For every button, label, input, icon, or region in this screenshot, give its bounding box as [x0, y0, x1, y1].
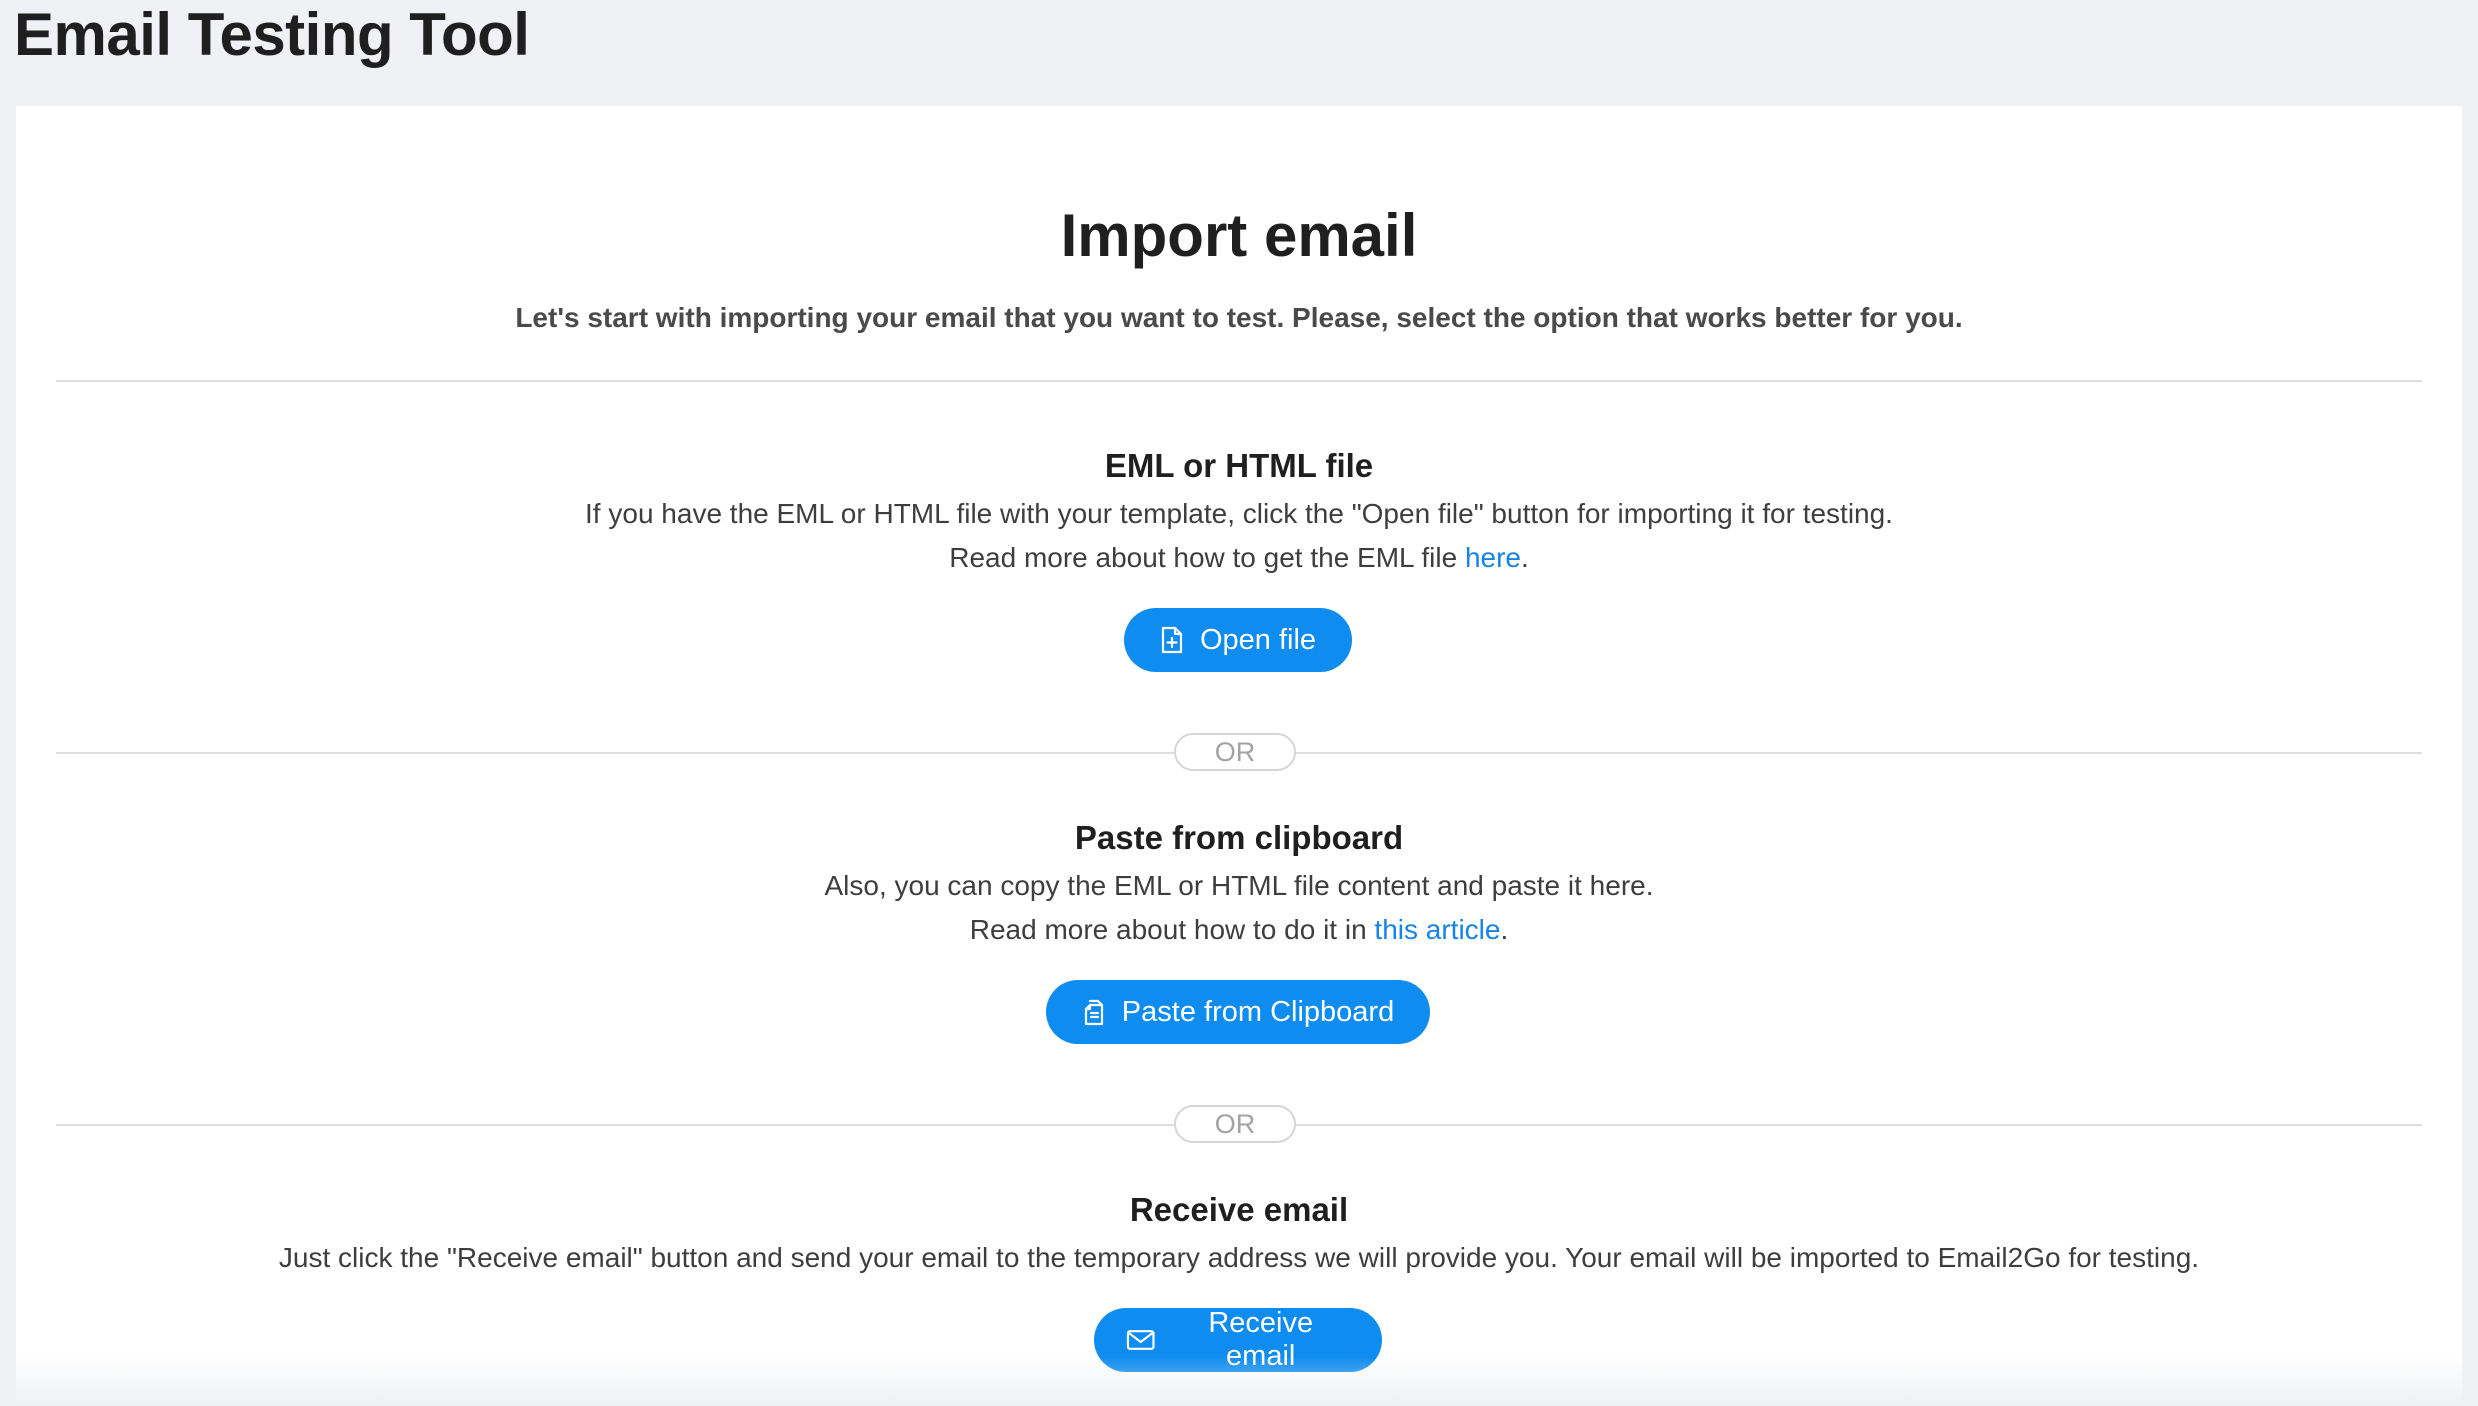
page-title: Import email [1060, 202, 1418, 269]
app-title: Email Testing Tool [14, 1, 530, 68]
or-separator-2: OR [1174, 1105, 1296, 1143]
file-plus-icon [1161, 626, 1183, 654]
file-help-text: Read more about how to get the EML file [949, 542, 1465, 573]
open-file-button[interactable]: Open file [1124, 608, 1352, 672]
clipboard-help-period: . [1500, 914, 1509, 945]
clipboard-section-description: Also, you can copy the EML or HTML file … [824, 870, 1654, 901]
eml-help-link[interactable]: here [1465, 542, 1521, 573]
or-separator-1: OR [1174, 733, 1296, 771]
file-section-help: Read more about how to get the EML file … [16, 538, 2462, 578]
file-help-period: . [1520, 542, 1529, 573]
open-file-label: Open file [1199, 623, 1317, 656]
receive-email-button[interactable]: Receive email [1094, 1307, 1382, 1372]
import-card: Import email Let's start with importing … [16, 106, 2462, 1406]
paste-from-clipboard-button[interactable]: Paste from Clipboard [1046, 980, 1430, 1044]
clipboard-section-title: Paste from clipboard [1074, 819, 1404, 856]
top-divider [56, 380, 2422, 382]
clipboard-icon [1084, 999, 1103, 1026]
receive-section-description: Just click the "Receive email" button an… [278, 1242, 2200, 1273]
envelope-icon [1126, 1330, 1155, 1350]
clipboard-article-link[interactable]: this article [1374, 914, 1500, 945]
paste-from-clipboard-label: Paste from Clipboard [1121, 995, 1395, 1028]
clipboard-section-help: Read more about how to do it in this art… [16, 910, 2462, 950]
receive-section-title: Receive email [1129, 1191, 1349, 1228]
receive-email-label: Receive email [1208, 1307, 1314, 1372]
clipboard-help-text: Read more about how to do it in [969, 914, 1375, 945]
page-subtitle: Let's start with importing your email th… [515, 302, 1963, 333]
file-section-description: If you have the EML or HTML file with yo… [585, 498, 1893, 529]
file-section-title: EML or HTML file [1104, 447, 1374, 484]
